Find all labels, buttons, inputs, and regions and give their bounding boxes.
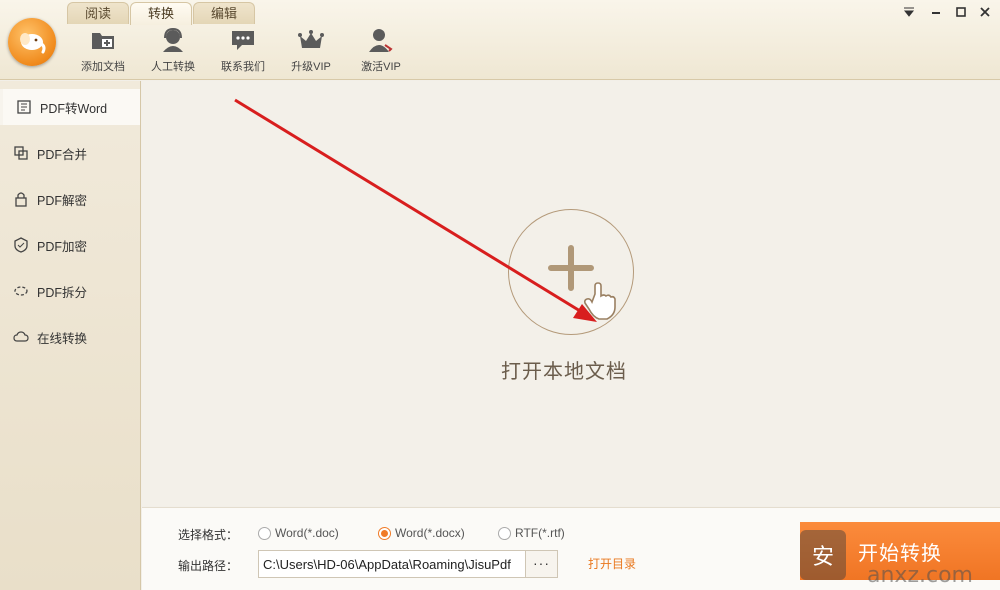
tab-read[interactable]: 阅读	[67, 2, 129, 24]
plus-hand-icon	[548, 245, 616, 320]
word-doc-icon	[16, 99, 32, 115]
open-local-document-button[interactable]	[508, 209, 634, 335]
upgrade-vip-label: 升级VIP	[291, 61, 331, 73]
manual-convert-label: 人工转换	[151, 61, 195, 73]
format-option-label: Word(*.docx)	[395, 526, 465, 540]
merge-icon	[13, 145, 29, 161]
sidebar-item-pdf-merge[interactable]: PDF合并	[0, 135, 140, 171]
format-radio-doc[interactable]: Word(*.doc)	[258, 526, 339, 540]
sidebar-item-label: PDF合并	[37, 147, 88, 162]
activate-vip-button[interactable]: 激活VIP	[349, 26, 413, 76]
radio-indicator	[378, 526, 391, 540]
format-option-label: RTF(*.rtf)	[515, 526, 565, 540]
output-path-input[interactable]	[258, 550, 526, 578]
sidebar-item-label: PDF拆分	[37, 285, 88, 300]
sidebar-item-pdf-to-word[interactable]: PDF转Word	[0, 89, 140, 125]
sidebar-item-online-convert[interactable]: 在线转换	[0, 319, 140, 355]
user-key-icon	[369, 29, 393, 52]
unlock-icon	[13, 191, 29, 207]
contact-us-button[interactable]: 联系我们	[211, 26, 275, 76]
sidebar-item-pdf-encrypt[interactable]: PDF加密	[0, 227, 140, 263]
maximize-icon[interactable]	[954, 6, 968, 20]
close-icon[interactable]	[978, 6, 992, 20]
format-label: 选择格式：	[178, 528, 239, 542]
sidebar-item-label: 在线转换	[37, 331, 88, 346]
drop-area[interactable]: 打开本地文档	[142, 81, 1000, 506]
add-document-button[interactable]: 添加文档	[71, 26, 135, 76]
manual-convert-button[interactable]: 人工转换	[141, 26, 205, 76]
settings-panel: 选择格式： Word(*.doc) Word(*.docx) RTF(*.rtf…	[142, 507, 1000, 590]
start-convert-button[interactable]: 开始转换	[800, 522, 1000, 580]
menu-dropdown-icon[interactable]	[902, 6, 916, 20]
add-folder-icon	[92, 33, 114, 49]
elephant-icon	[20, 33, 46, 54]
tab-convert[interactable]: 转换	[130, 2, 192, 25]
chat-bubble-icon	[232, 31, 254, 50]
browse-button[interactable]: ···	[525, 550, 558, 578]
minimize-icon[interactable]	[929, 6, 943, 20]
app-logo	[8, 18, 56, 66]
support-agent-icon	[163, 27, 183, 52]
open-directory-link[interactable]: 打开目录	[588, 555, 636, 572]
split-icon	[13, 283, 29, 299]
sidebar-item-label: PDF加密	[37, 239, 88, 254]
sidebar-item-label: PDF解密	[37, 193, 88, 208]
crown-icon	[298, 30, 324, 48]
top-toolbar: 阅读 转换 编辑 添加文档 人工转换 联系我们 升级VIP 激活VIP	[0, 0, 1000, 80]
radio-indicator	[258, 526, 271, 540]
tab-edit[interactable]: 编辑	[193, 2, 255, 24]
cloud-icon	[13, 329, 29, 345]
format-radio-rtf[interactable]: RTF(*.rtf)	[498, 526, 565, 540]
sidebar-item-pdf-decrypt[interactable]: PDF解密	[0, 181, 140, 217]
sidebar: PDF转Word PDF合并 PDF解密 PDF加密 PDF拆分 在线转换	[0, 81, 141, 590]
output-path-label: 输出路径：	[178, 559, 239, 573]
open-local-document-label: 打开本地文档	[501, 361, 627, 383]
format-radio-docx[interactable]: Word(*.docx)	[378, 526, 465, 540]
format-option-label: Word(*.doc)	[275, 526, 339, 540]
add-document-label: 添加文档	[81, 61, 125, 73]
activate-vip-label: 激活VIP	[361, 61, 401, 73]
upgrade-vip-button[interactable]: 升级VIP	[279, 26, 343, 76]
contact-us-label: 联系我们	[221, 61, 265, 73]
shield-icon	[13, 237, 29, 253]
radio-indicator	[498, 526, 511, 540]
sidebar-item-pdf-split[interactable]: PDF拆分	[0, 273, 140, 309]
sidebar-item-label: PDF转Word	[40, 101, 108, 116]
